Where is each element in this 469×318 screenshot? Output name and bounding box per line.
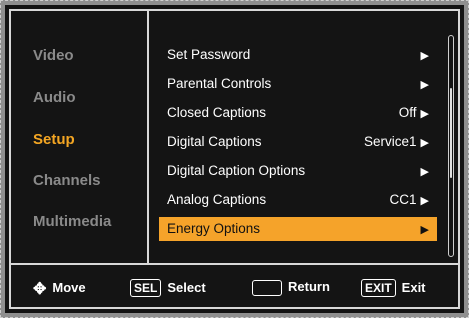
setup-menu: Set Password ▶ Parental Controls ▶ Close…	[149, 11, 454, 263]
menu-panel: Video Audio Setup Channels Multimedia Se…	[9, 9, 460, 309]
right-arrow-icon: ▶	[420, 166, 429, 178]
sidebar: Video Audio Setup Channels Multimedia	[11, 11, 149, 263]
right-arrow-icon: ▶	[420, 79, 429, 91]
move-hint: ✥ Move	[33, 279, 86, 299]
menu-item-value: CC1	[389, 192, 417, 207]
menu-item-set-password[interactable]: Set Password ▶	[159, 43, 437, 67]
menu-item-label: Set Password	[167, 47, 251, 62]
menu-item-value: Service1	[364, 134, 417, 149]
exit-key-icon: EXIT	[361, 279, 396, 297]
menu-item-energy-options[interactable]: Energy Options ▶	[159, 217, 437, 241]
select-hint: SEL Select	[130, 279, 206, 297]
menu-item-label: Digital Captions	[167, 134, 262, 149]
footer-hints: ✥ Move SEL Select Return EXIT Exit	[11, 263, 458, 309]
right-arrow-icon: ▶	[420, 195, 429, 207]
right-arrow-icon: ▶	[420, 50, 429, 62]
menu-item-parental-controls[interactable]: Parental Controls ▶	[159, 72, 437, 96]
exit-hint: EXIT Exit	[361, 279, 426, 297]
menu-item-label: Closed Captions	[167, 105, 267, 120]
menu-item-digital-caption-options[interactable]: Digital Caption Options ▶	[159, 159, 437, 183]
menu-item-label: Digital Caption Options	[167, 163, 306, 178]
scrollbar[interactable]	[448, 35, 454, 257]
return-hint: Return	[252, 279, 330, 296]
right-arrow-icon: ▶	[420, 108, 429, 120]
right-arrow-icon: ▶	[420, 224, 429, 236]
sidebar-item-audio[interactable]: Audio	[33, 89, 76, 106]
menu-item-label: Energy Options	[167, 221, 261, 236]
sidebar-item-channels[interactable]: Channels	[33, 172, 101, 189]
tv-menu-frame: Video Audio Setup Channels Multimedia Se…	[0, 0, 469, 318]
menu-item-label: Parental Controls	[167, 76, 272, 91]
menu-item-analog-captions[interactable]: Analog Captions CC1 ▶	[159, 188, 437, 212]
scrollbar-thumb[interactable]	[450, 88, 452, 178]
dpad-arrows-icon: ✥	[33, 281, 47, 298]
menu-item-label: Analog Captions	[167, 192, 267, 207]
exit-label: Exit	[401, 280, 426, 295]
sidebar-item-video[interactable]: Video	[33, 47, 74, 64]
return-key-icon	[252, 279, 282, 296]
menu-item-value: Off	[398, 105, 417, 120]
return-label: Return	[288, 279, 330, 294]
sel-key-icon: SEL	[130, 279, 162, 297]
sidebar-item-multimedia[interactable]: Multimedia	[33, 213, 111, 230]
menu-item-closed-captions[interactable]: Closed Captions Off ▶	[159, 101, 437, 125]
select-label: Select	[167, 280, 206, 295]
right-arrow-icon: ▶	[420, 137, 429, 149]
menu-item-digital-captions[interactable]: Digital Captions Service1 ▶	[159, 130, 437, 154]
sidebar-item-setup[interactable]: Setup	[33, 131, 75, 148]
move-label: Move	[52, 280, 86, 295]
